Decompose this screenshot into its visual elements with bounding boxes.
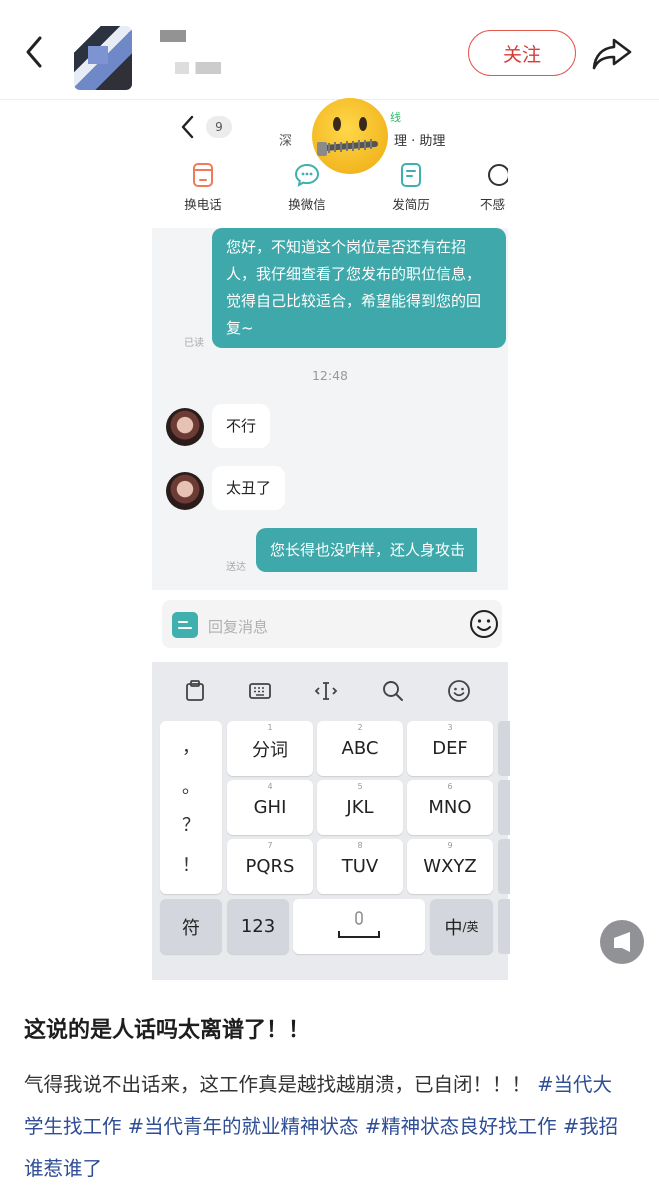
follow-button[interactable]: 关注 — [468, 30, 576, 76]
key-8[interactable]: 8 TUV — [317, 839, 403, 894]
numbers-key[interactable]: 123 — [227, 899, 289, 954]
reply-placeholder: 回复消息 — [208, 618, 269, 636]
reply-bar: 回复消息 — [152, 590, 508, 662]
lang-main: 中 — [444, 917, 463, 939]
hashtag[interactable]: #当代青年的就业精神状态 — [128, 1115, 359, 1138]
send-resume-action[interactable]: 发简历 — [371, 162, 451, 222]
author-avatar[interactable] — [74, 26, 132, 90]
author-id-blurred — [175, 62, 221, 74]
key-9[interactable]: 9 WXYZ — [407, 839, 493, 894]
wechat-icon — [294, 163, 320, 187]
emoji-icon[interactable] — [446, 678, 472, 704]
action-label: 发简历 — [392, 197, 430, 212]
microphone-icon — [338, 911, 380, 938]
clipboard-icon[interactable] — [182, 678, 208, 704]
chat-title-left: 深 — [279, 134, 293, 149]
search-icon[interactable] — [380, 678, 406, 704]
space-key[interactable] — [293, 899, 425, 954]
action-label: 换电话 — [184, 197, 222, 212]
key-partial[interactable] — [498, 899, 510, 954]
share-icon — [592, 38, 632, 70]
key-label: 123 — [240, 916, 276, 937]
chevron-left-icon — [181, 115, 194, 139]
chevron-left-icon — [26, 36, 42, 68]
key-label: TUV — [341, 856, 379, 877]
key-label: JKL — [346, 797, 374, 818]
lang-sub: /英 — [462, 920, 479, 934]
key-4[interactable]: 4 GHI — [227, 780, 313, 835]
resume-icon — [401, 163, 421, 187]
punct-key[interactable]: 。 — [160, 773, 222, 799]
unread-badge: 9 — [206, 116, 232, 138]
key-label: MNO — [428, 797, 472, 818]
chat-header: 9 线 深 理 · 助理 换电话 换微信 发简历 不感 — [152, 98, 508, 230]
key-label: WXYZ — [423, 856, 477, 877]
feedback-icon — [614, 932, 630, 952]
action-label: 不感 — [480, 197, 506, 212]
key-partial[interactable] — [498, 780, 510, 835]
key-1[interactable]: 1 分词 — [227, 721, 313, 776]
punct-key[interactable]: ， — [160, 733, 222, 759]
punctuation-column[interactable]: ， 。 ？ ！ — [160, 721, 222, 894]
exchange-wechat-action[interactable]: 换微信 — [267, 162, 347, 222]
floating-action-button[interactable] — [600, 920, 644, 964]
key-label: 分词 — [252, 739, 288, 761]
chat-messages: 您好，不知道这个岗位是否还有在招人，我仔细查看了您发布的职位信息，觉得自己比较适… — [152, 228, 508, 590]
phone-icon — [193, 163, 213, 187]
post-text: 气得我说不出话来，这工作真是越找越崩溃，已自闭！！！ — [24, 1073, 532, 1096]
key-label: 符 — [182, 917, 200, 939]
post-body: 气得我说不出话来，这工作真是越找越崩溃，已自闭！！！ #当代大学生找工作 #当代… — [24, 1064, 624, 1190]
keyboard-icon[interactable] — [247, 678, 273, 704]
post-title: 这说的是人话吗太离谱了！！ — [24, 1018, 311, 1043]
key-label: ABC — [341, 738, 379, 759]
key-7[interactable]: 7 PQRS — [227, 839, 313, 894]
recruiter-avatar[interactable] — [166, 408, 204, 446]
key-5[interactable]: 5 JKL — [317, 780, 403, 835]
read-status: 已读 — [184, 338, 204, 349]
quick-reply-icon[interactable] — [172, 612, 198, 638]
delete-key-partial[interactable] — [498, 721, 510, 776]
message-bubble-outgoing: 您好，不知道这个岗位是否还有在招人，我仔细查看了您发布的职位信息，觉得自己比较适… — [212, 228, 506, 348]
message-bubble-incoming: 太丑了 — [212, 466, 286, 510]
key-label: PQRS — [245, 856, 295, 877]
not-interested-action[interactable]: 不感 — [468, 162, 508, 222]
top-bar: 关注 — [0, 0, 659, 100]
symbols-key[interactable]: 符 — [160, 899, 222, 954]
key-3[interactable]: 3 DEF — [407, 721, 493, 776]
key-partial[interactable] — [498, 839, 510, 894]
back-button[interactable] — [18, 32, 54, 72]
message-bubble-incoming: 不行 — [212, 404, 271, 448]
ime-keyboard: ， 。 ？ ！ 1 分词 2 ABC 3 DEF 4 GHI 5 JKL 6 M… — [152, 662, 510, 980]
chat-title-right: 理 · 助理 — [394, 134, 446, 149]
author-name-blurred — [160, 30, 186, 42]
punct-key[interactable]: ？ — [160, 811, 222, 837]
delivered-status: 送达 — [226, 562, 246, 573]
message-bubble-outgoing: 您长得也没咋样，还人身攻击 — [256, 528, 478, 572]
key-label: 中/英 — [430, 899, 493, 954]
smiley-icon[interactable] — [468, 608, 500, 640]
punct-key[interactable]: ！ — [160, 851, 222, 877]
exchange-phone-action[interactable]: 换电话 — [163, 162, 243, 222]
message-timestamp: 12:48 — [311, 368, 349, 383]
chat-screenshot: 9 线 深 理 · 助理 换电话 换微信 发简历 不感 您好，不知道这个岗位是否… — [152, 98, 510, 980]
key-label: GHI — [253, 797, 287, 818]
key-2[interactable]: 2 ABC — [317, 721, 403, 776]
hashtag[interactable]: #精神状态良好找工作 — [365, 1115, 557, 1138]
key-6[interactable]: 6 MNO — [407, 780, 493, 835]
not-interested-icon — [488, 164, 508, 186]
language-switch-key[interactable]: 中/英 — [430, 899, 493, 954]
recruiter-avatar[interactable] — [166, 472, 204, 510]
share-button[interactable] — [590, 32, 634, 74]
cursor-icon[interactable] — [313, 678, 339, 704]
key-label: DEF — [432, 738, 468, 759]
action-label: 换微信 — [288, 197, 326, 212]
